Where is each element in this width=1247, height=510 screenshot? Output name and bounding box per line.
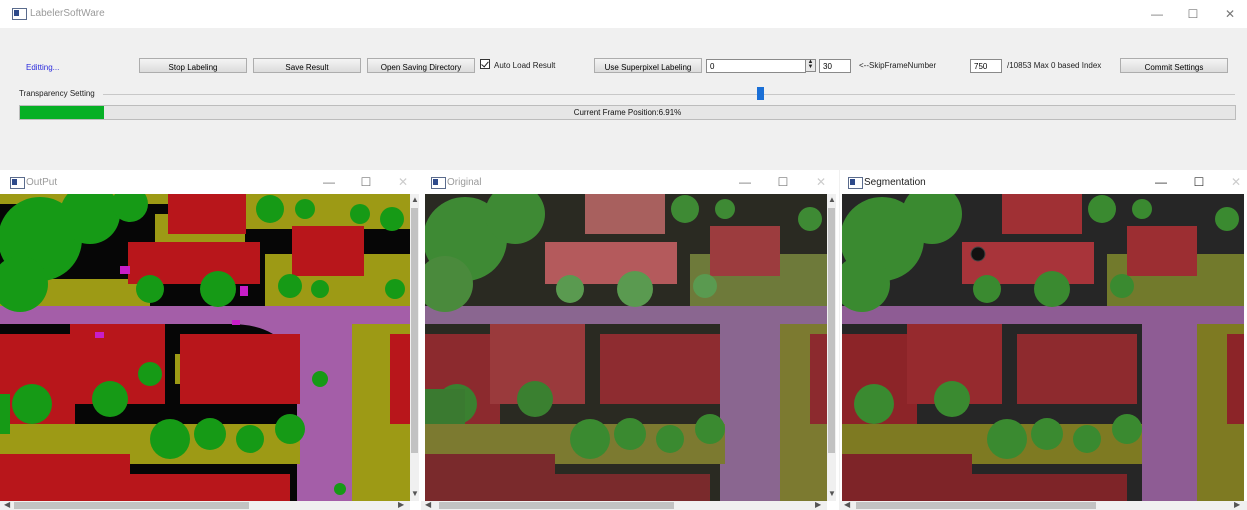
original-title-bar: Original — ☐ ✕	[421, 170, 839, 194]
scroll-right-icon[interactable]: ▶	[1234, 501, 1240, 509]
close-icon[interactable]: ✕	[1222, 8, 1238, 20]
segmentation-window: Segmentation — ☐ ✕ ◀ ▶	[840, 170, 1247, 510]
title-bar: LabelerSoftWare — ☐ ✕	[0, 0, 1247, 28]
output-title-bar: OutPut — ☐ ✕	[0, 170, 421, 194]
close-icon[interactable]: ✕	[1228, 176, 1244, 188]
original-horizontal-scrollbar[interactable]: ◀ ▶	[421, 501, 827, 510]
minimize-icon[interactable]: —	[321, 176, 337, 188]
scroll-right-icon[interactable]: ▶	[398, 501, 404, 509]
toolbar	[0, 28, 1247, 170]
scroll-up-icon[interactable]: ▲	[828, 196, 836, 204]
scroll-left-icon[interactable]: ◀	[4, 501, 10, 509]
original-image[interactable]	[425, 194, 827, 501]
maximize-icon[interactable]: ☐	[775, 176, 791, 188]
segmentation-title-bar: Segmentation — ☐ ✕	[840, 170, 1247, 194]
spin-arrows-icon[interactable]: ▲ ▼	[805, 59, 816, 72]
window-title: LabelerSoftWare	[30, 8, 105, 19]
use-superpixel-button[interactable]: Use Superpixel Labeling	[594, 58, 702, 73]
output-vertical-scrollbar[interactable]: ▲ ▼	[410, 194, 419, 501]
app-window-icon	[10, 177, 25, 189]
max-index-label: /10853 Max 0 based Index	[1007, 61, 1102, 70]
segmentation-image[interactable]	[842, 194, 1244, 501]
progress-text: Current Frame Position:6.91%	[573, 108, 682, 117]
app-window-icon	[12, 8, 27, 20]
app-window-icon	[431, 177, 446, 189]
output-window: OutPut — ☐ ✕ ▲ ▼ ◀ ▶	[0, 170, 421, 510]
scrollbar-thumb[interactable]	[828, 208, 835, 453]
output-image[interactable]	[0, 194, 410, 501]
auto-load-checkbox[interactable]	[480, 59, 490, 69]
scroll-up-icon[interactable]: ▲	[411, 196, 419, 204]
close-icon[interactable]: ✕	[813, 176, 829, 188]
scroll-down-icon[interactable]: ▼	[411, 490, 419, 498]
minimize-icon[interactable]: —	[1153, 176, 1169, 188]
minimize-icon[interactable]: —	[1149, 8, 1165, 20]
output-horizontal-scrollbar[interactable]: ◀ ▶	[0, 501, 410, 510]
scrollbar-thumb[interactable]	[439, 502, 674, 509]
scroll-left-icon[interactable]: ◀	[844, 501, 850, 509]
maximize-icon[interactable]: ☐	[358, 176, 374, 188]
scroll-right-icon[interactable]: ▶	[815, 501, 821, 509]
scrollbar-thumb[interactable]	[411, 208, 418, 453]
skip-frame-input[interactable]	[819, 59, 851, 73]
commit-settings-button[interactable]: Commit Settings	[1120, 58, 1228, 73]
transparency-slider-handle[interactable]	[757, 87, 764, 100]
segmentation-horizontal-scrollbar[interactable]: ◀ ▶	[840, 501, 1247, 510]
maximize-icon[interactable]: ☐	[1185, 8, 1201, 20]
minimize-icon[interactable]: —	[737, 176, 753, 188]
transparency-label: Transparency Setting	[19, 89, 95, 98]
status-text: Editting...	[26, 63, 60, 72]
frame-index-input[interactable]	[970, 59, 1002, 73]
output-title: OutPut	[26, 177, 58, 188]
scrollbar-thumb[interactable]	[856, 502, 1096, 509]
original-vertical-scrollbar[interactable]: ▲ ▼	[827, 194, 836, 501]
scroll-left-icon[interactable]: ◀	[425, 501, 431, 509]
skip-frame-label: <--SkipFrameNumber	[859, 61, 937, 70]
open-saving-directory-button[interactable]: Open Saving Directory	[367, 58, 475, 73]
save-result-button[interactable]: Save Result	[253, 58, 361, 73]
transparency-slider[interactable]	[103, 94, 1235, 95]
original-window: Original — ☐ ✕ ▲ ▼ ◀ ▶	[421, 170, 839, 510]
app-window-icon	[848, 177, 863, 189]
superpixel-input[interactable]	[706, 59, 806, 73]
scrollbar-thumb[interactable]	[14, 502, 249, 509]
segmentation-title: Segmentation	[864, 177, 926, 188]
frame-progress-bar: Current Frame Position:6.91%	[19, 105, 1236, 120]
maximize-icon[interactable]: ☐	[1191, 176, 1207, 188]
scroll-down-icon[interactable]: ▼	[828, 490, 836, 498]
stop-labeling-button[interactable]: Stop Labeling	[139, 58, 247, 73]
original-title: Original	[447, 177, 482, 188]
close-icon[interactable]: ✕	[395, 176, 411, 188]
auto-load-label: Auto Load Result	[494, 61, 556, 70]
